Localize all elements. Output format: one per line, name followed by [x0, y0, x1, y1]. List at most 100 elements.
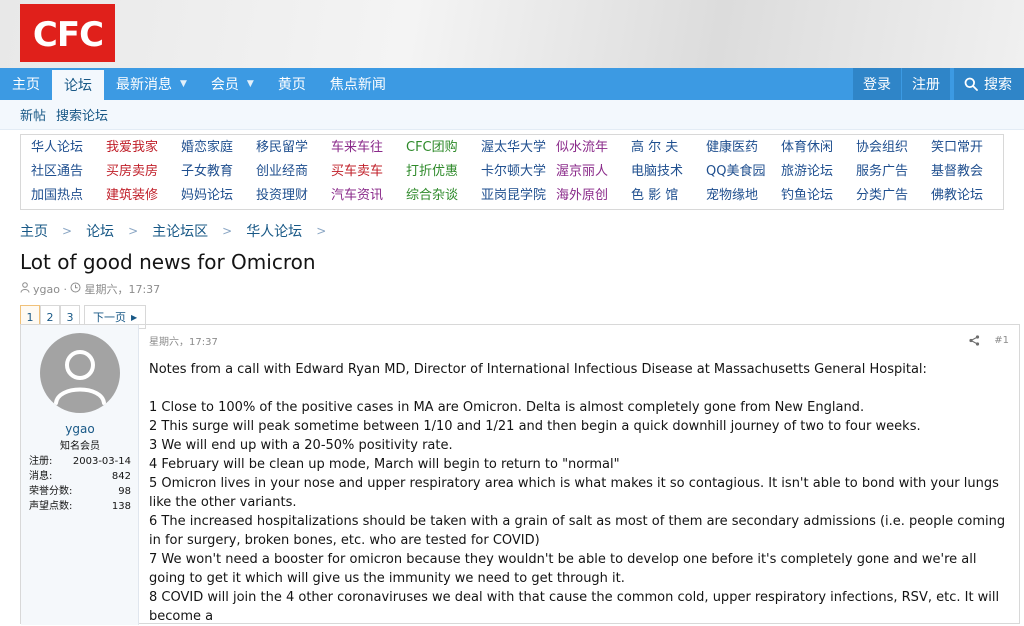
forum-link[interactable]: 子女教育	[181, 161, 256, 183]
post-lead: Notes from a call with Edward Ryan MD, D…	[149, 362, 927, 377]
stat-row: 荣誉分数: 98	[29, 484, 131, 499]
post: ygao 知名会员 注册: 2003-03-14 消息: 842 荣誉分数: 98 声…	[20, 324, 1020, 625]
nav-members[interactable]: 会员 ▼	[199, 68, 266, 100]
forum-link[interactable]: 分类广告	[856, 185, 931, 207]
nav-yellow-pages[interactable]: 黄页	[266, 68, 318, 100]
stat-value: 842	[111, 471, 131, 482]
search-icon	[964, 77, 978, 91]
nav-forum[interactable]: 论坛	[52, 70, 104, 100]
forum-link[interactable]: 海外原创	[556, 185, 631, 207]
forum-link[interactable]: 服务广告	[856, 161, 931, 183]
post-line: 4 February will be clean up mode, March …	[149, 457, 620, 472]
forum-link[interactable]: 综合杂谈	[406, 185, 481, 207]
nav-account: 登录 注册 搜索	[852, 68, 1024, 100]
nav-home[interactable]: 主页	[0, 68, 52, 100]
forum-link[interactable]: 亚岗昆学院	[481, 185, 556, 207]
default-avatar-icon	[54, 350, 106, 405]
post-actions: #1	[969, 335, 1009, 346]
stat-row: 注册: 2003-03-14	[29, 454, 131, 469]
chevron-right-icon: >	[62, 224, 73, 238]
forum-link[interactable]: 汽车资讯	[331, 185, 406, 207]
search-button[interactable]: 搜索	[954, 68, 1024, 100]
post-username[interactable]: ygao	[21, 422, 139, 436]
thread-date[interactable]: 星期六，17:37	[84, 281, 160, 297]
forum-link[interactable]: 建筑装修	[106, 185, 181, 207]
post-line: 3 We will end up with a 20-50% positivit…	[149, 438, 453, 453]
forum-link[interactable]: 渥京丽人	[556, 161, 631, 183]
main-nav: 主页 论坛 最新消息 ▼ 会员 ▼ 黄页 焦点新闻 登录 注册 搜索	[0, 68, 1024, 100]
register-button[interactable]: 注册	[902, 68, 950, 100]
chevron-down-icon[interactable]: ▼	[180, 79, 187, 89]
forum-link[interactable]: 渥太华大学	[481, 137, 556, 159]
forum-link[interactable]: 买房卖房	[106, 161, 181, 183]
forum-link[interactable]: 佛教论坛	[931, 185, 1006, 207]
forum-link[interactable]: 车来车往	[331, 137, 406, 159]
forum-link[interactable]: 华人论坛	[31, 137, 106, 159]
stat-value: 138	[111, 501, 131, 512]
forum-link[interactable]: 笑口常开	[931, 137, 1006, 159]
forum-link[interactable]: 婚恋家庭	[181, 137, 256, 159]
forum-link[interactable]: 加国热点	[31, 185, 106, 207]
cfc-logo[interactable]: CFC	[20, 4, 115, 62]
post-user-panel: ygao 知名会员 注册: 2003-03-14 消息: 842 荣誉分数: 98 声…	[21, 325, 139, 625]
clock-icon	[70, 282, 81, 296]
forum-link[interactable]: 钓鱼论坛	[781, 185, 856, 207]
nav-forum-label: 论坛	[64, 78, 92, 94]
forum-link[interactable]: CFC团购	[406, 137, 481, 159]
post-date[interactable]: 星期六，17:37	[149, 333, 218, 348]
site-header: CFC	[0, 0, 1024, 68]
breadcrumb-chinese-forum[interactable]: 华人论坛	[246, 221, 302, 241]
forum-link[interactable]: 宠物缘地	[706, 185, 781, 207]
nav-yellow-pages-label: 黄页	[277, 77, 306, 93]
breadcrumb-home[interactable]: 主页	[20, 221, 48, 241]
forum-link[interactable]: 卡尔顿大学	[481, 161, 556, 183]
forum-link[interactable]: 买车卖车	[331, 161, 406, 183]
breadcrumb-forum[interactable]: 论坛	[86, 221, 114, 241]
post-number[interactable]: #1	[994, 335, 1009, 346]
forum-link[interactable]: 打折优惠	[406, 161, 481, 183]
forum-link[interactable]: QQ美食园	[706, 161, 781, 183]
search-label: 搜索	[984, 77, 1012, 93]
thread-meta: ygao · 星期六，17:37	[20, 281, 1024, 297]
post-header: 星期六，17:37 #1	[149, 325, 1009, 355]
meta-separator: ·	[59, 282, 71, 296]
forum-link[interactable]: 基督教会	[931, 161, 1006, 183]
forum-link[interactable]: 体育休闲	[781, 137, 856, 159]
post-line: 7 We won't need a booster for omicron be…	[149, 552, 977, 586]
forum-link[interactable]: 电脑技术	[631, 161, 706, 183]
forum-link[interactable]: 妈妈论坛	[181, 185, 256, 207]
avatar[interactable]	[40, 333, 120, 413]
forum-link[interactable]: 社区通告	[31, 161, 106, 183]
forum-link[interactable]: 移民留学	[256, 137, 331, 159]
share-icon[interactable]	[969, 334, 980, 346]
stat-row: 消息: 842	[29, 469, 131, 484]
stat-value: 2003-03-14	[72, 456, 131, 467]
forum-directory: 华人论坛 我爱我家 婚恋家庭 移民留学 车来车往 CFC团购 渥太华大学 似水流年高 尔 夫健…	[20, 134, 1004, 210]
forum-link[interactable]: 健康医药	[706, 137, 781, 159]
login-label: 登录	[863, 77, 891, 93]
new-posts-link[interactable]: 新帖	[20, 105, 46, 124]
chevron-right-icon: >	[316, 224, 327, 238]
forum-link[interactable]: 似水流年	[556, 137, 631, 159]
breadcrumb: 主页 > 论坛 > 主论坛区 > 华人论坛 >	[20, 221, 1024, 241]
breadcrumb-main-area[interactable]: 主论坛区	[152, 221, 208, 241]
nav-latest[interactable]: 最新消息 ▼	[104, 68, 199, 100]
chevron-right-icon: ▶	[131, 312, 138, 322]
forum-link[interactable]: 旅游论坛	[781, 161, 856, 183]
cfc-logo-icon: CFC	[32, 15, 103, 51]
forum-link[interactable]: 投资理财	[256, 185, 331, 207]
stat-label: 声望点数:	[29, 501, 73, 512]
thread-author[interactable]: ygao	[33, 283, 60, 296]
forum-link[interactable]: 色 影 馆	[631, 185, 706, 207]
sub-nav: 新帖 搜索论坛	[0, 100, 1024, 130]
chevron-down-icon[interactable]: ▼	[247, 79, 254, 89]
login-button[interactable]: 登录	[853, 68, 901, 100]
forum-link[interactable]: 我爱我家	[106, 137, 181, 159]
forum-link[interactable]: 协会组织	[856, 137, 931, 159]
svg-text:CFC: CFC	[32, 15, 102, 51]
forum-link[interactable]: 高 尔 夫	[631, 137, 706, 159]
forum-link[interactable]: 创业经商	[256, 161, 331, 183]
nav-focus-news[interactable]: 焦点新闻	[318, 68, 398, 100]
stat-label: 消息:	[29, 471, 53, 482]
search-forum-link[interactable]: 搜索论坛	[56, 105, 108, 124]
